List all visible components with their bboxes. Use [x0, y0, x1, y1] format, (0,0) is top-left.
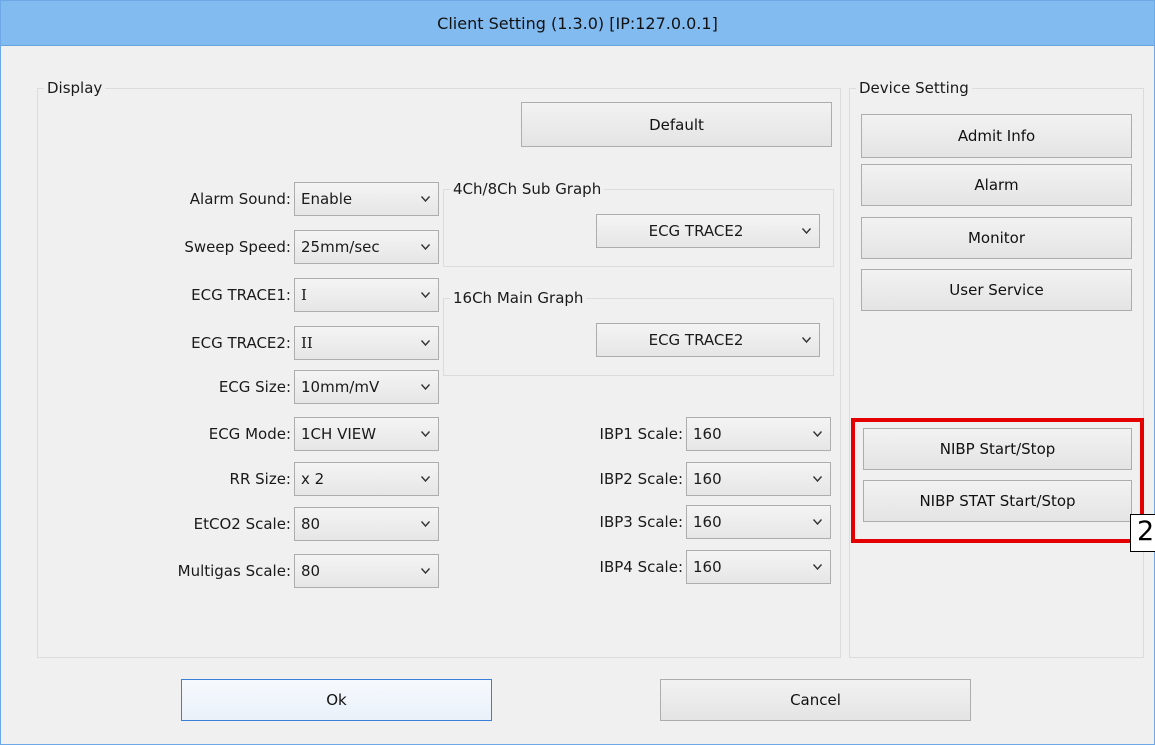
default-button-label: Default — [649, 115, 704, 134]
alarm-sound-value: Enable — [301, 190, 353, 208]
ibp4-scale-value: 160 — [693, 558, 722, 576]
ibp1-scale-value: 160 — [693, 425, 722, 443]
chevron-down-icon — [813, 519, 822, 525]
chevron-down-icon — [421, 244, 430, 250]
ecg-trace1-label: ECG TRACE1: — [191, 286, 291, 304]
chevron-down-icon — [421, 384, 430, 390]
ibp3-scale-label: IBP3 Scale: — [599, 513, 683, 531]
rr-size-label: RR Size: — [229, 470, 291, 488]
multigas-scale-select[interactable]: 80 — [294, 554, 439, 588]
multigas-scale-value: 80 — [301, 562, 321, 580]
admit-info-label: Admit Info — [957, 127, 1036, 145]
ecg-trace1-select[interactable]: I — [294, 278, 439, 312]
cancel-button[interactable]: Cancel — [660, 679, 971, 721]
main-graph-value: ECG TRACE2 — [648, 331, 744, 349]
rr-size-select[interactable]: x 2 — [294, 462, 439, 496]
chevron-down-icon — [421, 340, 430, 346]
ecg-trace2-select[interactable]: II — [294, 326, 439, 360]
etco2-scale-value: 80 — [301, 515, 321, 533]
rr-size-value: x 2 — [301, 470, 325, 488]
admit-info-button[interactable]: Admit Info — [861, 114, 1132, 158]
annotation-badge-number: 2 — [1137, 516, 1155, 547]
display-group-title: Display — [44, 78, 106, 98]
sub-graph-select[interactable]: ECG TRACE2 — [596, 214, 820, 248]
etco2-scale-label: EtCO2 Scale: — [193, 515, 291, 533]
monitor-button[interactable]: Monitor — [861, 217, 1132, 259]
user-service-label: User Service — [949, 281, 1044, 299]
alarm-sound-select[interactable]: Enable — [294, 182, 439, 216]
ecg-trace1-value: I — [301, 286, 307, 304]
chevron-down-icon — [802, 228, 811, 234]
etco2-scale-select[interactable]: 80 — [294, 507, 439, 541]
nibp-stat-start-stop-button[interactable]: NIBP STAT Start/Stop — [863, 480, 1132, 522]
ibp3-scale-value: 160 — [693, 513, 722, 531]
ibp2-scale-label: IBP2 Scale: — [599, 470, 683, 488]
ok-button[interactable]: Ok — [181, 679, 492, 721]
nibp-stat-start-stop-label: NIBP STAT Start/Stop — [919, 492, 1076, 510]
ecg-mode-select[interactable]: 1CH VIEW — [294, 417, 439, 451]
ibp1-scale-select[interactable]: 160 — [686, 417, 831, 451]
main-graph-select[interactable]: ECG TRACE2 — [596, 323, 820, 357]
title-bar[interactable]: Client Setting (1.3.0) [IP:127.0.0.1] — [1, 1, 1154, 46]
chevron-down-icon — [421, 431, 430, 437]
device-setting-title: Device Setting — [856, 78, 972, 98]
ibp3-scale-select[interactable]: 160 — [686, 505, 831, 539]
sweep-speed-label: Sweep Speed: — [184, 238, 291, 256]
chevron-down-icon — [421, 568, 430, 574]
alarm-label: Alarm — [974, 176, 1019, 194]
ibp4-scale-label: IBP4 Scale: — [599, 558, 683, 576]
chevron-down-icon — [813, 476, 822, 482]
ibp1-scale-label: IBP1 Scale: — [599, 425, 683, 443]
ecg-mode-value: 1CH VIEW — [301, 425, 377, 443]
ibp4-scale-select[interactable]: 160 — [686, 550, 831, 584]
ecg-trace2-value: II — [301, 334, 313, 352]
chevron-down-icon — [802, 337, 811, 343]
ok-label: Ok — [326, 691, 347, 709]
alarm-button[interactable]: Alarm — [861, 164, 1132, 206]
sub-graph-title: 4Ch/8Ch Sub Graph — [450, 179, 605, 199]
chevron-down-icon — [421, 196, 430, 202]
nibp-start-stop-label: NIBP Start/Stop — [939, 440, 1056, 458]
main-graph-title: 16Ch Main Graph — [450, 288, 587, 308]
chevron-down-icon — [421, 292, 430, 298]
sweep-speed-select[interactable]: 25mm/sec — [294, 230, 439, 264]
chevron-down-icon — [813, 431, 822, 437]
ecg-size-select[interactable]: 10mm/mV — [294, 370, 439, 404]
multigas-scale-label: Multigas Scale: — [177, 562, 291, 580]
cancel-label: Cancel — [790, 691, 841, 709]
chevron-down-icon — [813, 564, 822, 570]
dialog-body: Display Default Alarm Sound: Enable Swee… — [11, 46, 1144, 741]
ecg-size-value: 10mm/mV — [301, 378, 380, 396]
chevron-down-icon — [421, 521, 430, 527]
window-title: Client Setting (1.3.0) [IP:127.0.0.1] — [437, 13, 718, 33]
chevron-down-icon — [421, 476, 430, 482]
sub-graph-value: ECG TRACE2 — [648, 222, 744, 240]
ecg-mode-label: ECG Mode: — [208, 425, 291, 443]
alarm-sound-label: Alarm Sound: — [189, 190, 291, 208]
default-button[interactable]: Default — [521, 102, 832, 147]
sweep-speed-value: 25mm/sec — [301, 238, 380, 256]
user-service-button[interactable]: User Service — [861, 269, 1132, 311]
ibp2-scale-value: 160 — [693, 470, 722, 488]
monitor-label: Monitor — [967, 229, 1026, 247]
client-setting-dialog: Client Setting (1.3.0) [IP:127.0.0.1] Di… — [0, 0, 1155, 745]
ecg-trace2-label: ECG TRACE2: — [191, 334, 291, 352]
nibp-start-stop-button[interactable]: NIBP Start/Stop — [863, 428, 1132, 470]
annotation-badge: 2 — [1130, 514, 1155, 552]
ibp2-scale-select[interactable]: 160 — [686, 462, 831, 496]
ecg-size-label: ECG Size: — [218, 378, 291, 396]
